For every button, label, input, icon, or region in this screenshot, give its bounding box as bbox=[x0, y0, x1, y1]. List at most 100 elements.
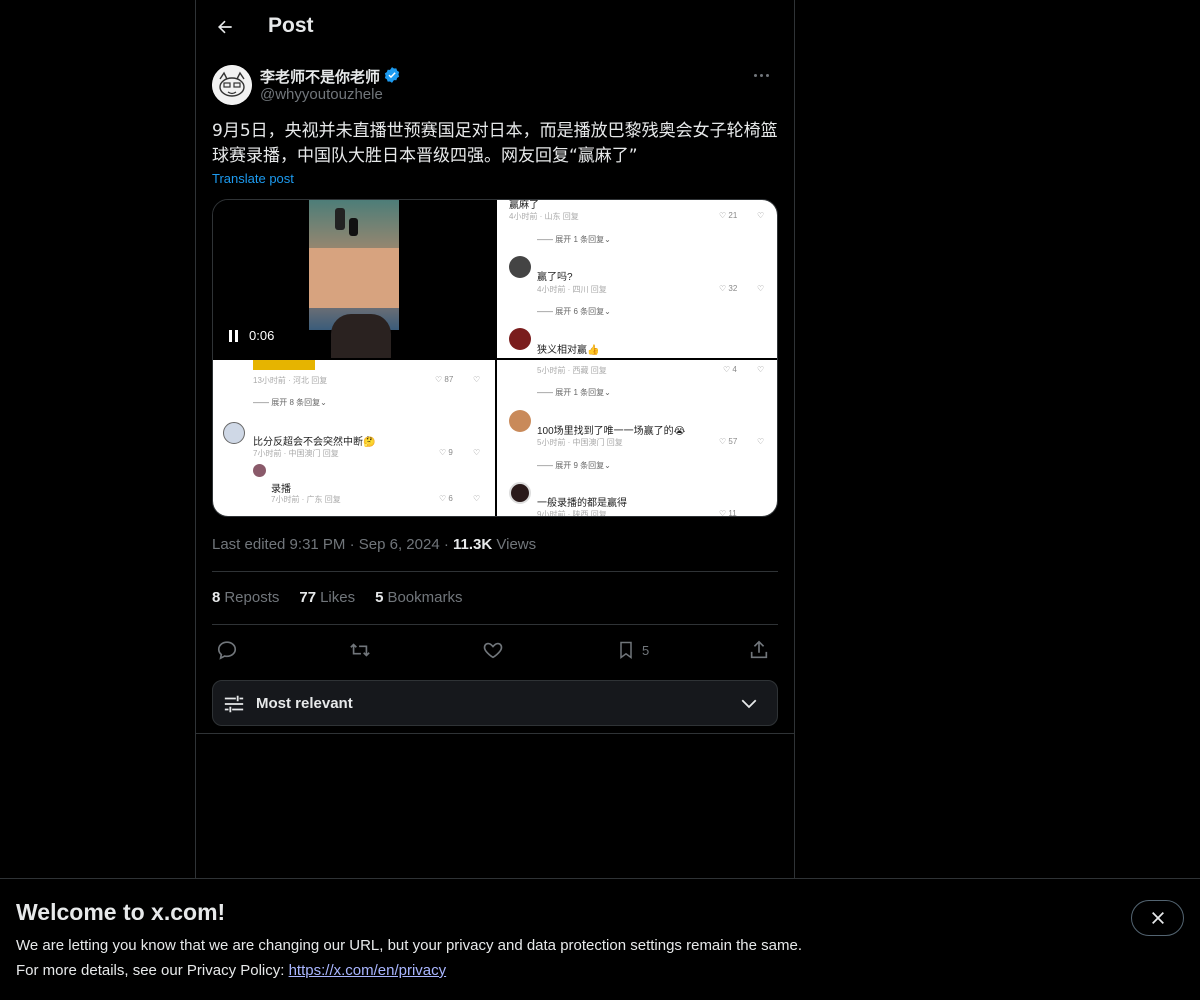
repost-icon bbox=[350, 643, 370, 657]
divider bbox=[212, 624, 778, 625]
banner-title: Welcome to x.com! bbox=[16, 899, 226, 925]
comment-meta: 4小时前 · 四川 回复 bbox=[537, 285, 607, 294]
views-label: Views bbox=[496, 536, 537, 553]
post-meta: Last edited 9:31 PM · Sep 6, 2024 · 11.3… bbox=[212, 536, 537, 553]
dislike-icon: ♡ bbox=[473, 375, 481, 384]
comment-meta: 13小时前 · 河北 回复 bbox=[253, 376, 328, 385]
comment-text: 狭义相对赢👍 bbox=[537, 345, 600, 356]
media-image-comments-3[interactable]: 5小时前 · 西藏 回复 ♡ 4 ♡ —— 展开 1 条回复⌄ 100场里找到了… bbox=[497, 360, 777, 517]
bookmark-count: 5 bbox=[642, 642, 650, 658]
post-text: 9月5日，央视并未直播世预赛国足对日本，而是播放巴黎残奥会女子轮椅篮球赛录播，中… bbox=[212, 121, 778, 166]
comment-avatar bbox=[253, 464, 266, 477]
post-date[interactable]: Sep 6, 2024 bbox=[359, 536, 440, 553]
dislike-icon: ♡ bbox=[757, 284, 765, 293]
edited-time[interactable]: Last edited 9:31 PM bbox=[212, 536, 345, 553]
verified-badge-icon bbox=[384, 67, 400, 83]
banner-text: We are letting you know that we are chan… bbox=[16, 937, 802, 954]
comment-text: 比分反超会不会突然中断🤔 bbox=[253, 437, 376, 448]
comment-avatar bbox=[509, 482, 531, 504]
comment-likes: ♡ 6 bbox=[439, 494, 453, 503]
dislike-icon: ♡ bbox=[757, 211, 765, 220]
post-media-grid: 0:06 赢麻了 4小时前 · 山东 回复 ♡ 21 ♡ —— 展开 1 条回复… bbox=[212, 199, 778, 517]
like-icon bbox=[483, 642, 503, 659]
comment-meta: 4小时前 · 山东 回复 bbox=[509, 212, 579, 221]
avatar[interactable] bbox=[212, 65, 252, 105]
more-options-button[interactable] bbox=[744, 64, 778, 86]
dislike-icon: ♡ bbox=[757, 365, 765, 374]
author-handle[interactable]: @whyyoutouzhele bbox=[260, 86, 383, 103]
comment-likes: ♡ 4 bbox=[723, 365, 737, 374]
comment-likes: ♡ 9 bbox=[439, 448, 453, 457]
author-display-name[interactable]: 李老师不是你老师 bbox=[260, 66, 380, 87]
video-time: 0:06 bbox=[249, 328, 275, 343]
comment-text: 录播 bbox=[271, 484, 291, 495]
dislike-icon: ♡ bbox=[473, 448, 481, 457]
comment-likes: ♡ 57 bbox=[719, 437, 738, 446]
comment-meta: 9小时前 · 陕西 回复 bbox=[537, 510, 607, 517]
post-stats: 8 Reposts 77 Likes 5 Bookmarks bbox=[212, 589, 462, 606]
comment-likes: ♡ 87 bbox=[435, 375, 454, 384]
sort-label: Most relevant bbox=[256, 695, 353, 712]
url-change-banner: Welcome to x.com! We are letting you kno… bbox=[0, 878, 1200, 1000]
reply-sort-dropdown[interactable]: Most relevant bbox=[212, 680, 778, 726]
close-icon bbox=[1151, 912, 1164, 924]
back-arrow-icon bbox=[218, 20, 232, 34]
filter-sliders-icon bbox=[224, 695, 244, 713]
reply-icon bbox=[217, 641, 237, 660]
comment-meta: 7小时前 · 中国澳门 回复 bbox=[253, 449, 339, 458]
video-frame bbox=[309, 200, 399, 330]
share-button[interactable] bbox=[748, 638, 770, 662]
reposts-stat[interactable]: 8 Reposts bbox=[212, 589, 279, 606]
more-icon bbox=[753, 73, 757, 77]
dislike-icon: ♡ bbox=[757, 437, 765, 446]
post-header: Post bbox=[196, 0, 794, 54]
comment-text: 一般录播的都是赢得 bbox=[537, 498, 627, 509]
like-button[interactable] bbox=[482, 638, 504, 662]
comment-likes: ♡ 21 bbox=[719, 211, 738, 220]
repost-button[interactable] bbox=[348, 638, 372, 662]
page-title: Post bbox=[268, 14, 314, 37]
divider bbox=[196, 733, 794, 734]
video-controls: 0:06 bbox=[229, 328, 274, 343]
sticker-image bbox=[253, 360, 315, 370]
comment-meta: 5小时前 · 中国澳门 回复 bbox=[537, 438, 623, 447]
comment-expand: —— 展开 9 条回复⌄ bbox=[537, 461, 611, 470]
close-banner-button[interactable] bbox=[1131, 900, 1184, 936]
bookmark-button[interactable]: 5 bbox=[616, 638, 649, 662]
comment-likes: ♡ 11 bbox=[719, 509, 737, 517]
post-author: 李老师不是你老师 @whyyoutouzhele bbox=[212, 64, 778, 108]
back-button[interactable] bbox=[208, 10, 242, 44]
bookmark-icon bbox=[620, 641, 632, 659]
likes-stat[interactable]: 77 Likes bbox=[299, 589, 355, 606]
comment-expand: —— 展开 1 条回复⌄ bbox=[537, 388, 611, 397]
comment-avatar bbox=[509, 328, 531, 350]
comment-text: 赢了吗? bbox=[537, 272, 573, 283]
comment-text: 赢麻了 bbox=[509, 200, 539, 211]
comment-meta: 7小时前 · 广东 回复 bbox=[271, 495, 341, 504]
pause-icon[interactable] bbox=[229, 329, 241, 342]
bookmarks-stat[interactable]: 5 Bookmarks bbox=[375, 589, 462, 606]
divider bbox=[212, 571, 778, 572]
privacy-policy-link[interactable]: https://x.com/en/privacy bbox=[289, 962, 447, 979]
comment-expand: —— 展开 6 条回复⌄ bbox=[537, 307, 611, 316]
comment-expand: —— 展开 1 条回复⌄ bbox=[537, 235, 611, 244]
media-image-comments-1[interactable]: 赢麻了 4小时前 · 山东 回复 ♡ 21 ♡ —— 展开 1 条回复⌄ 赢了吗… bbox=[497, 200, 777, 358]
banner-privacy-text: For more details, see our Privacy Policy… bbox=[16, 962, 447, 979]
video-player[interactable]: 0:06 bbox=[213, 200, 495, 358]
reply-button[interactable] bbox=[216, 638, 238, 662]
translate-post-link[interactable]: Translate post bbox=[212, 171, 294, 186]
comment-likes: ♡ 32 bbox=[719, 284, 738, 293]
dislike-icon: ♡ bbox=[473, 494, 481, 503]
views-count: 11.3K bbox=[453, 536, 493, 553]
comment-text: 100场里找到了唯一一场赢了的😭 bbox=[537, 426, 686, 437]
primary-column: Post 李老师不是你老师 @whyyoutouzhele 9月5日，央视并未直… bbox=[195, 0, 795, 878]
comment-avatar bbox=[509, 256, 531, 278]
comment-avatar bbox=[509, 410, 531, 432]
comment-meta: 5小时前 · 西藏 回复 bbox=[537, 366, 607, 375]
chevron-down-icon bbox=[741, 699, 757, 709]
comment-avatar bbox=[223, 422, 245, 444]
comment-expand: —— 展开 8 条回复⌄ bbox=[253, 398, 327, 407]
post-actions: 5 bbox=[212, 634, 778, 666]
media-image-comments-2[interactable]: 13小时前 · 河北 回复 ♡ 87 ♡ —— 展开 8 条回复⌄ 比分反超会不… bbox=[213, 360, 495, 516]
share-icon bbox=[750, 640, 768, 659]
